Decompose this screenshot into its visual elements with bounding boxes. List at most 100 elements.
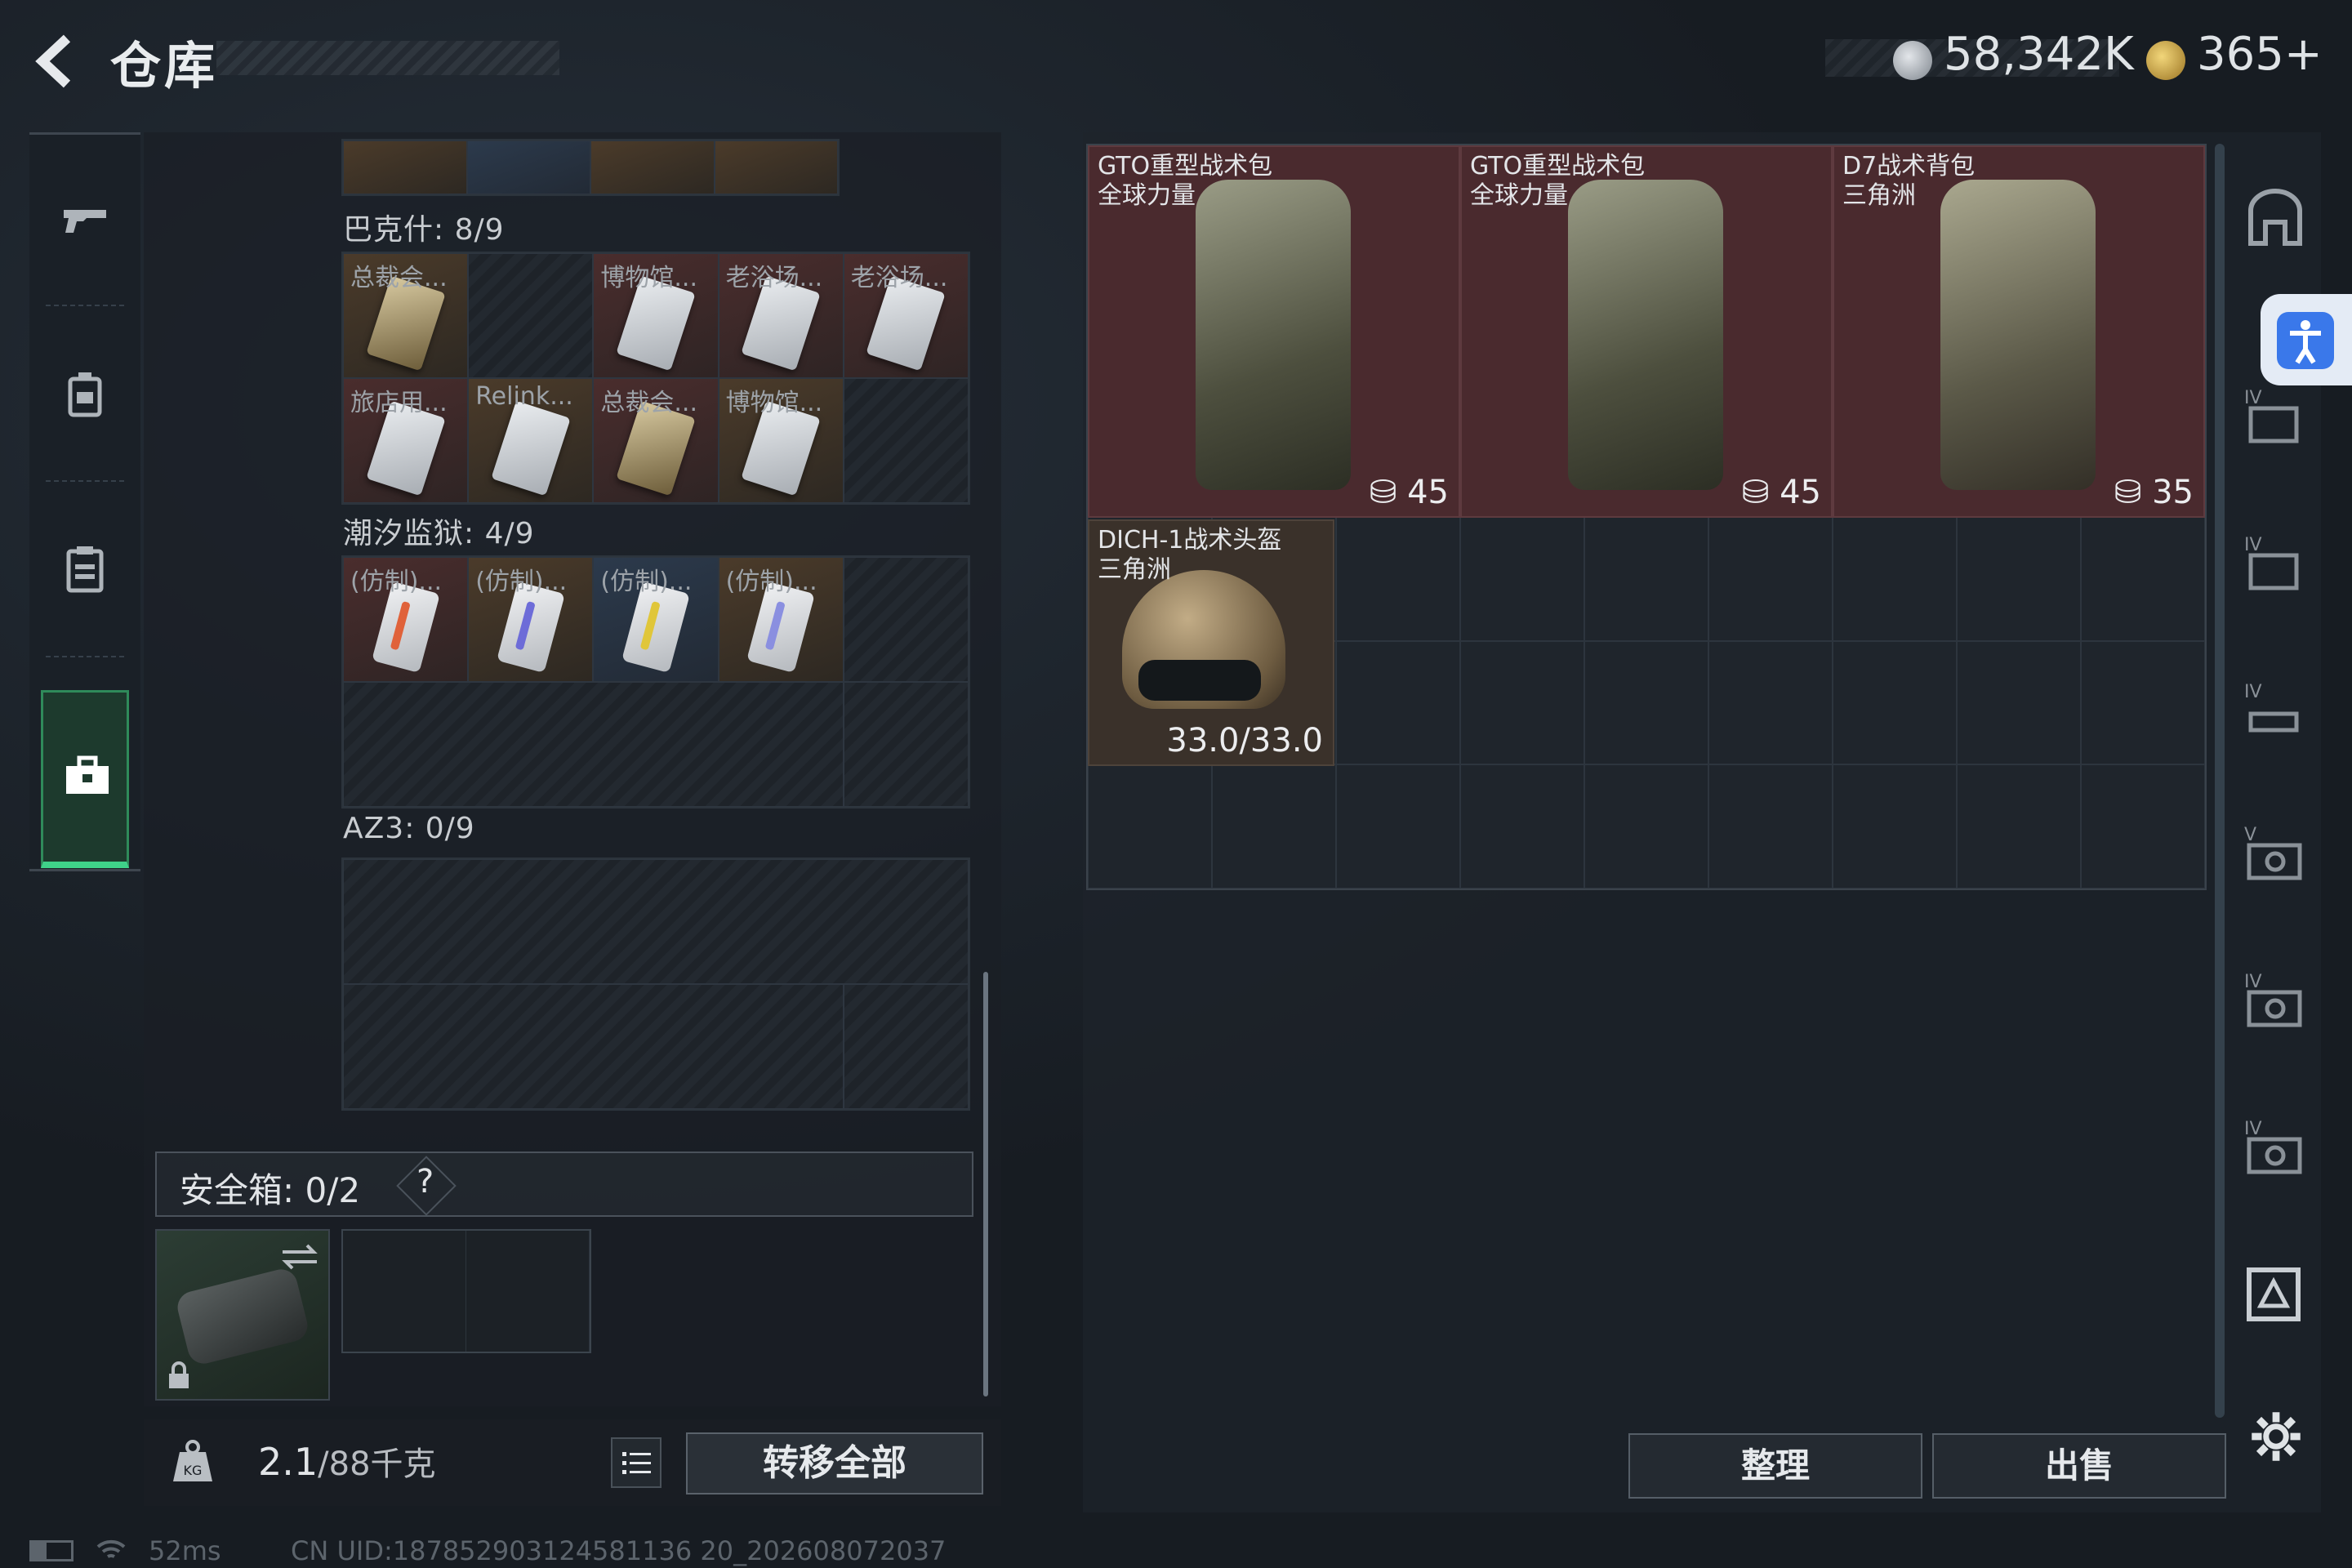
list-icon bbox=[622, 1452, 651, 1474]
empty-slot[interactable] bbox=[343, 859, 969, 984]
backpack-image bbox=[1196, 180, 1351, 490]
item-durability: 33.0/33.0 bbox=[1166, 722, 1323, 760]
key-card-item[interactable]: 旅店用... bbox=[343, 378, 469, 503]
settings-gear-icon[interactable] bbox=[2247, 1408, 2305, 1465]
key-card-item[interactable]: (仿制)... bbox=[718, 557, 844, 682]
svg-text:IV: IV bbox=[2244, 535, 2262, 555]
empty-slot[interactable] bbox=[843, 378, 969, 503]
key-card-item[interactable]: 总裁会... bbox=[343, 253, 469, 378]
top-bar: 仓库 58,342K 365+ bbox=[0, 0, 2352, 122]
stash-item-backpack[interactable]: D7战术背包 三角洲 ⛁ 35 bbox=[1833, 145, 2205, 518]
swap-icon[interactable] bbox=[279, 1241, 320, 1273]
slot-item[interactable] bbox=[590, 140, 715, 194]
goggles-image bbox=[1138, 660, 1261, 701]
help-icon[interactable]: ? bbox=[416, 1163, 434, 1200]
uid-text: CN UID:187852903124581136 20_20260807203… bbox=[291, 1535, 947, 1566]
item-capacity: ⛁ 45 bbox=[1369, 474, 1449, 511]
silver-coin-icon bbox=[1893, 41, 1932, 80]
empty-slot[interactable] bbox=[343, 984, 844, 1109]
svg-text:IV: IV bbox=[2244, 388, 2262, 408]
premium-currency-amount[interactable]: 365+ bbox=[2197, 28, 2323, 81]
weight-readout: 2.1/88千克 bbox=[258, 1440, 436, 1484]
battery-icon bbox=[29, 1540, 74, 1561]
gun-icon bbox=[64, 210, 106, 233]
stash-item-helmet[interactable]: DICH-1战术头盔 三角洲 33.0/33.0 bbox=[1088, 519, 1334, 766]
svg-text:V: V bbox=[2244, 825, 2256, 845]
helmet-slot-icon[interactable]: IV bbox=[2243, 678, 2308, 743]
empty-slot[interactable] bbox=[843, 557, 969, 682]
title-hatch bbox=[216, 41, 559, 75]
keychain-grid-az3 bbox=[341, 858, 970, 1111]
left-scrollbar[interactable] bbox=[983, 972, 988, 1396]
backpack-image bbox=[1568, 180, 1723, 490]
stash-item-backpack[interactable]: GTO重型战术包 全球力量 ⛁ 45 bbox=[1460, 145, 1833, 518]
safe-box-header: 安全箱: 0/2 ? bbox=[155, 1152, 973, 1217]
gear-slot-icon[interactable]: V bbox=[2243, 821, 2308, 886]
weight-icon: KG bbox=[173, 1440, 212, 1481]
key-card-item[interactable]: 博物馆... bbox=[718, 378, 844, 503]
stash-slot-icon[interactable] bbox=[2243, 1262, 2308, 1327]
svg-text:IV: IV bbox=[2244, 1119, 2262, 1139]
safe-box-slots bbox=[341, 1229, 591, 1353]
safe-case-item[interactable] bbox=[155, 1229, 330, 1401]
stash-item-backpack[interactable]: GTO重型战术包 全球力量 ⛁ 45 bbox=[1088, 145, 1460, 518]
box-icon bbox=[66, 546, 104, 593]
safe-slot[interactable] bbox=[466, 1231, 590, 1352]
key-card-item[interactable]: 博物馆... bbox=[593, 253, 719, 378]
key-card-item[interactable]: (仿制)... bbox=[343, 557, 469, 682]
empty-slot[interactable] bbox=[468, 253, 594, 378]
nav-equipment[interactable] bbox=[29, 310, 140, 482]
nav-keys-active[interactable] bbox=[41, 690, 129, 868]
empty-slot[interactable] bbox=[843, 682, 969, 807]
keychain-grid-tide-prison: (仿制)... (仿制)... (仿制)... (仿制)... bbox=[341, 555, 970, 808]
sort-button[interactable]: 整理 bbox=[1628, 1433, 1922, 1499]
partial-grid-top bbox=[341, 139, 840, 196]
lock-icon bbox=[169, 1361, 189, 1388]
gold-coin-icon bbox=[2146, 41, 2185, 80]
key-card-item[interactable]: 老浴场... bbox=[843, 253, 969, 378]
safe-case-image bbox=[174, 1266, 311, 1367]
slot-item[interactable] bbox=[714, 140, 838, 194]
empty-slot[interactable] bbox=[843, 984, 969, 1109]
status-bar: 52ms CN UID:187852903124581136 20_202608… bbox=[0, 1534, 2352, 1568]
sell-button[interactable]: 出售 bbox=[1932, 1433, 2226, 1499]
item-name: D7战术背包 三角洲 bbox=[1842, 152, 1976, 210]
safe-slot[interactable] bbox=[343, 1231, 466, 1352]
item-capacity: ⛁ 35 bbox=[2114, 474, 2194, 511]
section-label-bakesh: 巴克什: 8/9 bbox=[343, 213, 505, 247]
back-arrow-icon[interactable] bbox=[24, 29, 90, 94]
accessibility-button[interactable] bbox=[2261, 294, 2352, 385]
backpack-image bbox=[1940, 180, 2096, 490]
ping-text: 52ms bbox=[149, 1535, 221, 1566]
key-card-item[interactable]: (仿制)... bbox=[468, 557, 594, 682]
key-card-item[interactable]: 老浴场... bbox=[718, 253, 844, 378]
page-title: 仓库 bbox=[110, 36, 219, 96]
transfer-all-button[interactable]: 转移全部 bbox=[686, 1432, 983, 1494]
svg-text:IV: IV bbox=[2244, 682, 2262, 702]
svg-text:IV: IV bbox=[2244, 972, 2262, 992]
nav-consumables[interactable] bbox=[29, 486, 140, 657]
slot-item[interactable] bbox=[343, 140, 467, 194]
keychain-grid-bakesh: 总裁会... 博物馆... 老浴场... 老浴场... 旅店用... Relin… bbox=[341, 252, 970, 505]
backpack-slot-icon[interactable]: IV bbox=[2243, 384, 2308, 449]
key-card-item[interactable]: (仿制)... bbox=[593, 557, 719, 682]
gear-slot-icon[interactable]: IV bbox=[2243, 968, 2308, 1033]
currency-amount: 58,342K bbox=[1944, 28, 2134, 81]
accessibility-icon bbox=[2290, 320, 2321, 364]
armor-icon[interactable] bbox=[2243, 186, 2308, 252]
backpack-footer: KG 2.1/88千克 转移全部 bbox=[144, 1419, 1001, 1506]
category-nav bbox=[29, 132, 140, 871]
item-name: GTO重型战术包 全球力量 bbox=[1470, 152, 1646, 210]
right-scrollbar[interactable] bbox=[2215, 144, 2225, 1418]
nav-weapons[interactable] bbox=[29, 135, 140, 306]
gear-slot-icon[interactable]: IV bbox=[2243, 1115, 2308, 1180]
slot-item[interactable] bbox=[466, 140, 590, 194]
item-name: GTO重型战术包 全球力量 bbox=[1098, 152, 1273, 210]
chest-rig-slot-icon[interactable]: IV bbox=[2243, 531, 2308, 596]
empty-slot[interactable] bbox=[343, 682, 844, 807]
vest-icon bbox=[68, 372, 102, 417]
key-card-item[interactable]: Relink... bbox=[468, 378, 594, 503]
item-name: DICH-1战术头盔 三角洲 bbox=[1098, 526, 1282, 584]
key-card-item[interactable]: 总裁会... bbox=[593, 378, 719, 503]
list-view-button[interactable] bbox=[611, 1437, 662, 1488]
